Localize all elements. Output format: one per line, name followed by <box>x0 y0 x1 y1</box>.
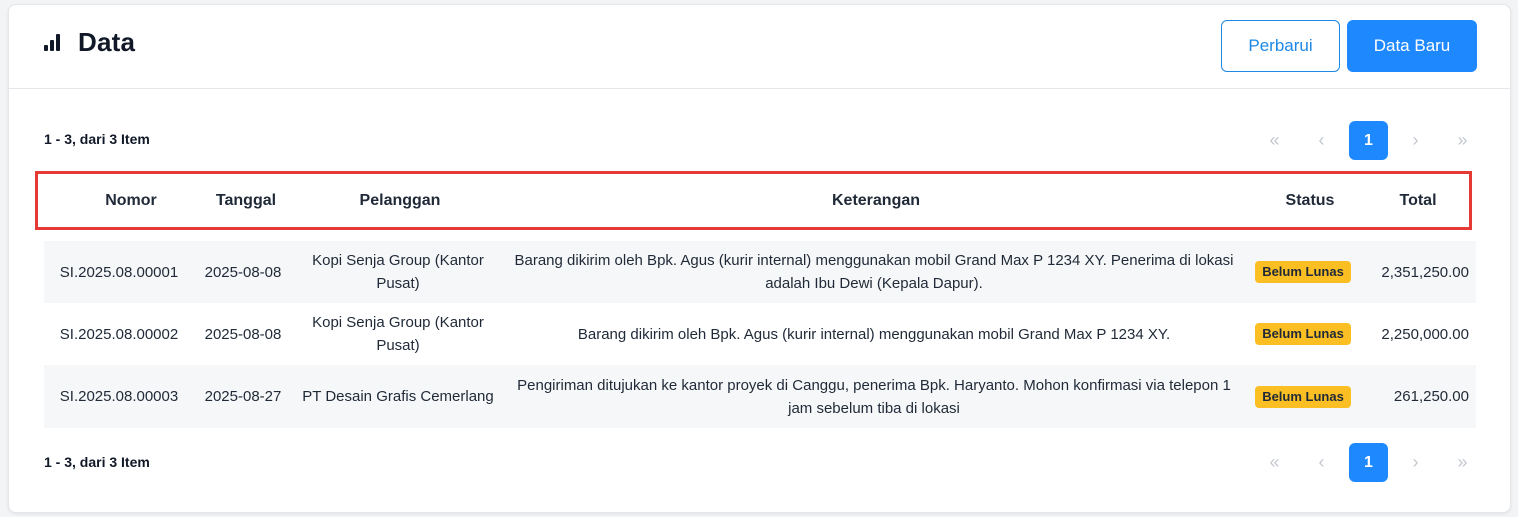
cell-keterangan: Barang dikirim oleh Bpk. Agus (kurir int… <box>514 252 1234 292</box>
item-count-top: 1 - 3, dari 3 Item <box>44 131 150 147</box>
last-page-button[interactable]: » <box>1443 121 1482 160</box>
cell-nomor: SI.2025.08.00001 <box>59 263 179 281</box>
cell-status: Belum Lunas <box>1252 365 1354 428</box>
cell-total: 2,250,000.00 <box>1381 325 1469 343</box>
cell-pelanggan: PT Desain Grafis Cemerlang <box>302 388 494 405</box>
cell-pelanggan: Kopi Senja Group (Kantor Pusat) <box>312 314 484 354</box>
last-page-button[interactable]: » <box>1443 443 1482 482</box>
page-1-button[interactable]: 1 <box>1349 121 1388 160</box>
status-badge: Belum Lunas <box>1255 261 1351 283</box>
pagination-bottom: « ‹ 1 › » <box>1255 443 1490 482</box>
cell-tanggal: 2025-08-08 <box>204 325 282 343</box>
column-header-keterangan[interactable]: Keterangan <box>508 174 1244 227</box>
prev-page-button[interactable]: ‹ <box>1302 121 1341 160</box>
cell-nomor: SI.2025.08.00002 <box>59 325 179 343</box>
column-header-status[interactable]: Status <box>1260 174 1360 227</box>
cell-total: 2,351,250.00 <box>1381 263 1469 281</box>
next-page-button[interactable]: › <box>1396 121 1435 160</box>
cell-status: Belum Lunas <box>1252 303 1354 365</box>
page-title: Data <box>78 27 136 57</box>
refresh-button[interactable]: Perbarui <box>1221 20 1340 72</box>
table-header: Nomor Tanggal Pelanggan Keterangan Statu… <box>35 171 1472 230</box>
bar-chart-icon <box>44 34 60 51</box>
column-header-nomor[interactable]: Nomor <box>71 174 191 227</box>
new-data-button[interactable]: Data Baru <box>1347 20 1477 72</box>
cell-tanggal: 2025-08-27 <box>204 388 282 405</box>
table-body: SI.2025.08.00001 2025-08-08 Kopi Senja G… <box>44 241 1476 428</box>
prev-page-button[interactable]: ‹ <box>1302 443 1341 482</box>
first-page-button[interactable]: « <box>1255 443 1294 482</box>
data-card: Data Perbarui Data Baru 1 - 3, dari 3 It… <box>8 4 1511 513</box>
cell-keterangan: Barang dikirim oleh Bpk. Agus (kurir int… <box>577 325 1171 343</box>
cell-keterangan: Pengiriman ditujukan ke kantor proyek di… <box>517 376 1231 417</box>
column-header-total[interactable]: Total <box>1378 174 1458 227</box>
cell-tanggal: 2025-08-08 <box>204 263 282 281</box>
title-wrap: Data <box>44 27 135 58</box>
table-row[interactable]: SI.2025.08.00001 2025-08-08 Kopi Senja G… <box>44 241 1476 303</box>
table-row[interactable]: SI.2025.08.00003 2025-08-27 PT Desain Gr… <box>44 365 1476 428</box>
cell-total: 261,250.00 <box>1393 388 1469 405</box>
next-page-button[interactable]: › <box>1396 443 1435 482</box>
status-badge: Belum Lunas <box>1255 385 1351 408</box>
pagination-top: « ‹ 1 › » <box>1255 121 1490 160</box>
card-header: Data Perbarui Data Baru <box>9 5 1510 89</box>
cell-pelanggan: Kopi Senja Group (Kantor Pusat) <box>312 252 484 292</box>
column-header-tanggal[interactable]: Tanggal <box>206 174 286 227</box>
cell-status: Belum Lunas <box>1252 241 1354 303</box>
page-1-button[interactable]: 1 <box>1349 443 1388 482</box>
first-page-button[interactable]: « <box>1255 121 1294 160</box>
column-header-pelanggan[interactable]: Pelanggan <box>300 174 500 227</box>
status-badge: Belum Lunas <box>1255 323 1351 345</box>
table-row[interactable]: SI.2025.08.00002 2025-08-08 Kopi Senja G… <box>44 303 1476 365</box>
item-count-bottom: 1 - 3, dari 3 Item <box>44 454 150 470</box>
cell-nomor: SI.2025.08.00003 <box>59 388 179 405</box>
